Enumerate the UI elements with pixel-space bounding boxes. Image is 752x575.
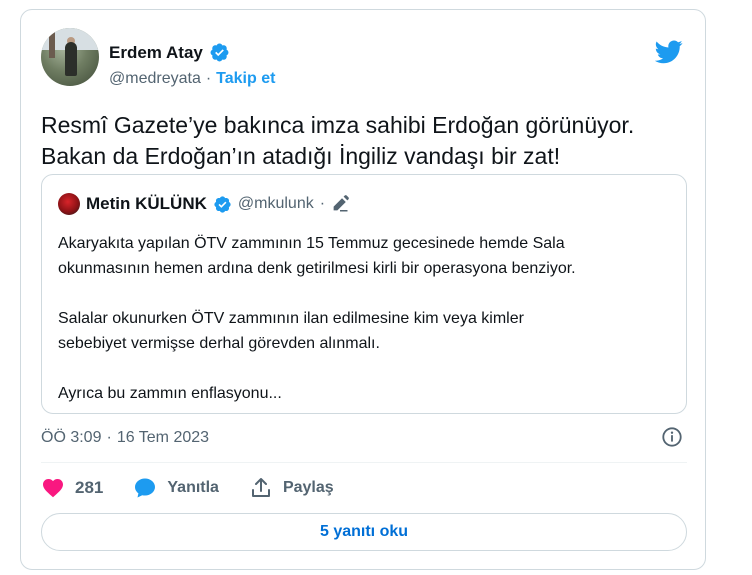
tweet-text: Resmî Gazete’ye bakınca imza sahibi Erdo… — [41, 110, 691, 172]
author-name-row: Erdem Atay — [109, 42, 230, 63]
verified-badge-icon — [210, 43, 229, 62]
quoted-text-line: Akaryakıta yapılan ÖTV zammının 15 Temmu… — [58, 235, 565, 252]
quoted-paragraph: Ayrıca bu zammın enflasyonu... — [58, 381, 678, 406]
author-name[interactable]: Erdem Atay — [109, 43, 203, 63]
author-handle-row: @medreyata · Takip et — [109, 70, 275, 88]
quoted-tweet-body: Akaryakıta yapılan ÖTV zammının 15 Temmu… — [58, 231, 678, 406]
divider — [41, 462, 687, 463]
tweet-actions: 281 Yanıtla Paylaş — [41, 476, 364, 500]
tweet-embed-card: Erdem Atay @medreyata · Takip et Resmî G… — [20, 9, 706, 570]
separator-dot: · — [319, 195, 326, 212]
author-handle[interactable]: @medreyata — [109, 70, 201, 88]
separator-dot: · — [205, 70, 212, 87]
verified-badge-icon — [214, 195, 231, 213]
reply-label: Yanıtla — [167, 479, 219, 496]
info-icon[interactable] — [661, 426, 683, 448]
speech-bubble-icon — [135, 478, 156, 498]
twitter-bird-icon[interactable] — [655, 40, 683, 64]
tweet-time: ÖÖ 3:09 — [41, 429, 102, 446]
quoted-tweet[interactable]: Metin KÜLÜNK @mkulunk · Akaryakıta yapıl… — [41, 174, 687, 414]
pencil-edit-icon — [333, 195, 349, 212]
quoted-author-handle: @mkulunk — [237, 195, 314, 212]
reply-button[interactable]: Yanıtla — [133, 476, 219, 500]
tweet-text-line: Resmî Gazete’ye bakınca imza sahibi Erdo… — [41, 112, 635, 138]
quoted-author-name: Metin KÜLÜNK — [86, 194, 207, 213]
quoted-text-line: sebebiyet vermişse derhal görevden alınm… — [58, 335, 380, 352]
follow-button[interactable]: Takip et — [216, 70, 275, 88]
like-button[interactable]: 281 — [41, 476, 103, 500]
quoted-author-avatar — [58, 193, 80, 215]
quoted-tweet-header: Metin KÜLÜNK @mkulunk · — [58, 193, 349, 215]
quoted-paragraph: Akaryakıta yapılan ÖTV zammının 15 Temmu… — [58, 231, 678, 281]
tweet-text-line: Bakan da Erdoğan’ın atadığı İngiliz vand… — [41, 143, 561, 169]
like-count: 281 — [75, 478, 104, 497]
separator-dot: · — [106, 429, 112, 446]
quoted-text-line: Ayrıca bu zammın enflasyonu... — [58, 385, 282, 402]
quoted-paragraph: Salalar okunurken ÖTV zammının ilan edil… — [58, 306, 678, 356]
quoted-text-line: Salalar okunurken ÖTV zammının ilan edil… — [58, 310, 524, 327]
share-upload-icon — [251, 478, 270, 497]
tweet-timestamp[interactable]: ÖÖ 3:09 · 16 Tem 2023 — [41, 429, 209, 447]
read-replies-button[interactable]: 5 yanıtı oku — [41, 513, 687, 551]
heart-icon — [43, 479, 63, 498]
quoted-text-line: okunmasının hemen ardına denk getirilmes… — [58, 260, 576, 277]
tweet-date: 16 Tem 2023 — [116, 429, 210, 446]
author-avatar[interactable] — [41, 28, 99, 86]
share-label: Paylaş — [282, 479, 334, 496]
share-button[interactable]: Paylaş — [249, 476, 334, 500]
